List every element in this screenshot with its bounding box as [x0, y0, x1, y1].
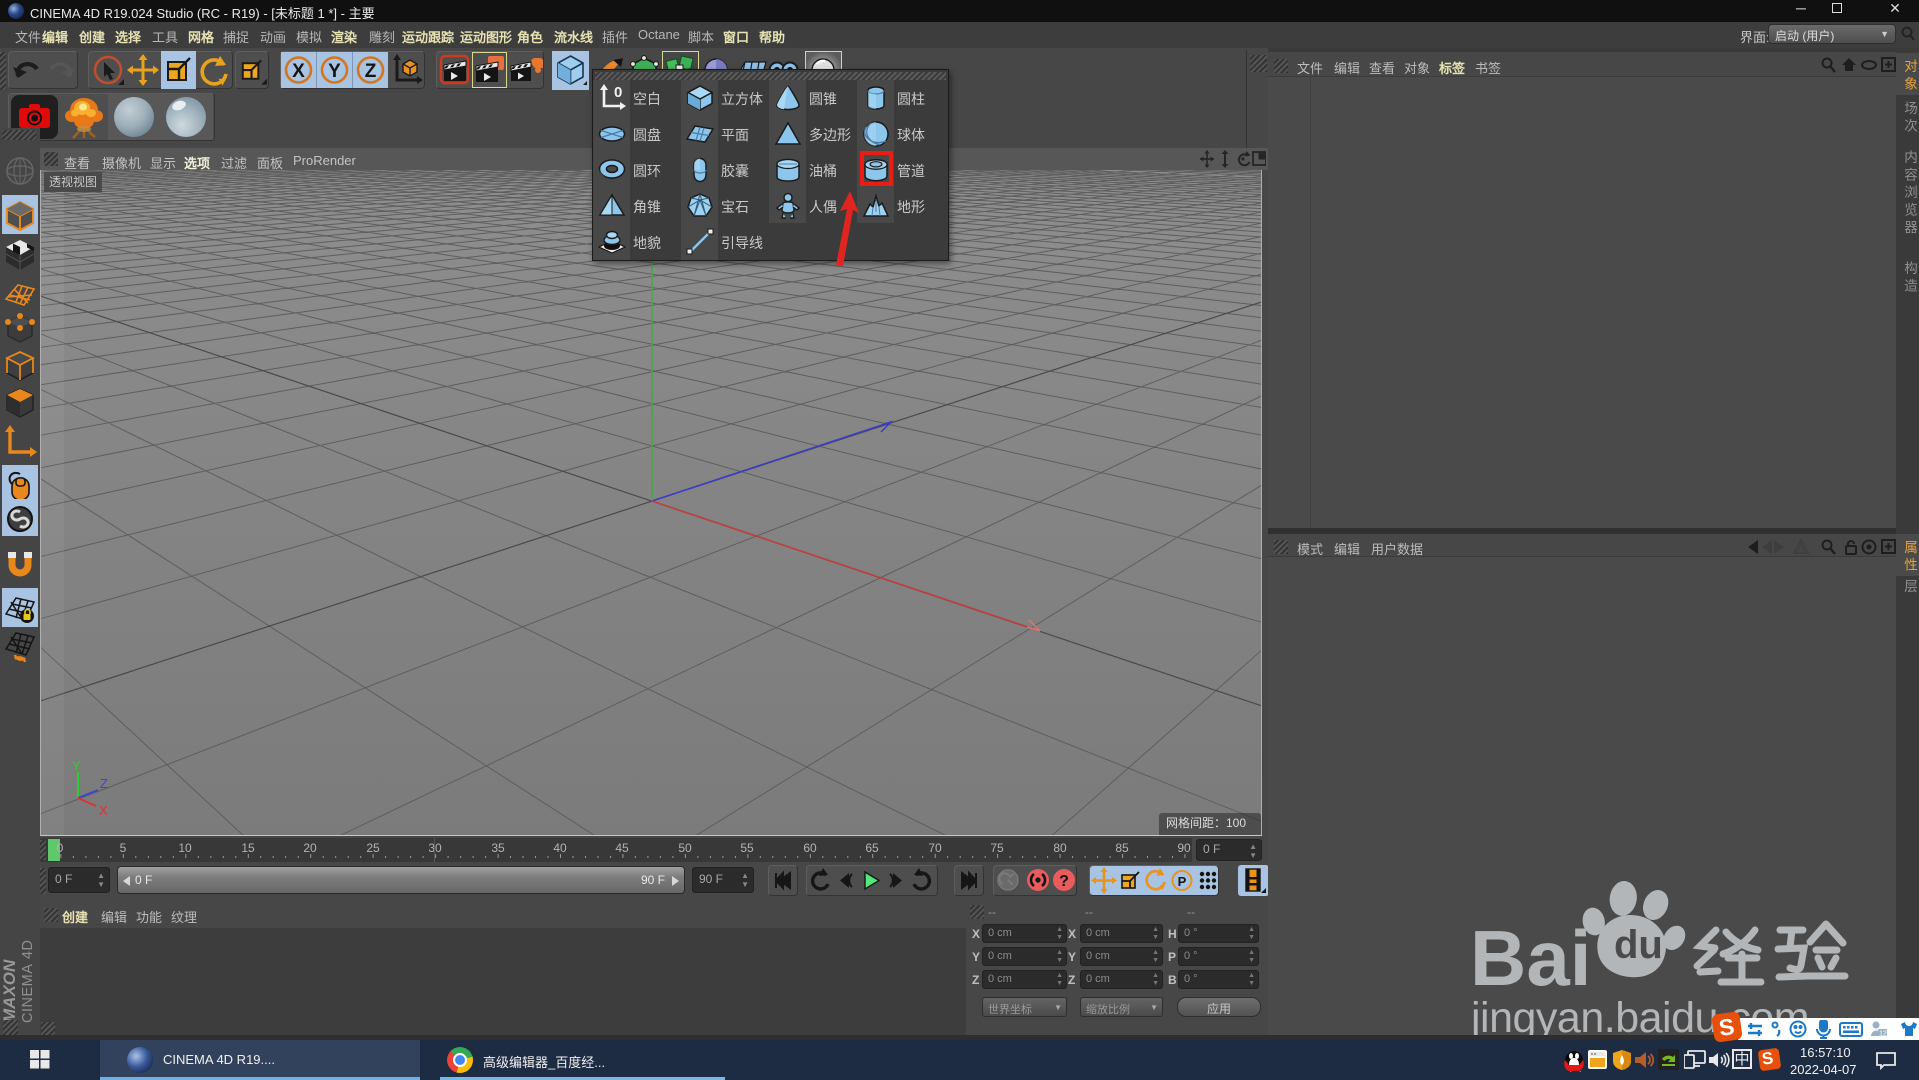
svg-text:X: X — [99, 803, 108, 818]
svg-text:30: 30 — [428, 841, 442, 855]
svg-text:50: 50 — [678, 841, 692, 855]
svg-text:?: ? — [1059, 873, 1069, 890]
svg-text:70: 70 — [928, 841, 942, 855]
svg-text:X: X — [292, 61, 305, 82]
svg-text:5: 5 — [120, 841, 127, 855]
svg-text:Y: Y — [328, 61, 341, 82]
svg-text:20: 20 — [303, 841, 317, 855]
svg-text:75: 75 — [990, 841, 1004, 855]
svg-text:10: 10 — [178, 841, 192, 855]
svg-text:80: 80 — [1053, 841, 1067, 855]
svg-text:0: 0 — [614, 84, 622, 101]
svg-text:65: 65 — [865, 841, 879, 855]
svg-text:60: 60 — [803, 841, 817, 855]
svg-text:55: 55 — [740, 841, 754, 855]
svg-text:Z: Z — [365, 61, 377, 82]
svg-text:P: P — [1178, 874, 1187, 889]
svg-text:12: 12 — [1879, 1031, 1887, 1038]
svg-text:85: 85 — [1115, 841, 1129, 855]
svg-text:90: 90 — [1177, 841, 1191, 855]
svg-text:Bai: Bai — [1470, 914, 1591, 1002]
svg-text:0: 0 — [57, 841, 64, 855]
svg-text:du: du — [1614, 923, 1663, 967]
svg-text:45: 45 — [615, 841, 629, 855]
svg-text:40: 40 — [553, 841, 567, 855]
svg-text:35: 35 — [491, 841, 505, 855]
svg-text:15: 15 — [241, 841, 255, 855]
svg-text:Y: Y — [72, 760, 81, 773]
svg-text:Z: Z — [100, 776, 108, 791]
svg-text:25: 25 — [366, 841, 380, 855]
